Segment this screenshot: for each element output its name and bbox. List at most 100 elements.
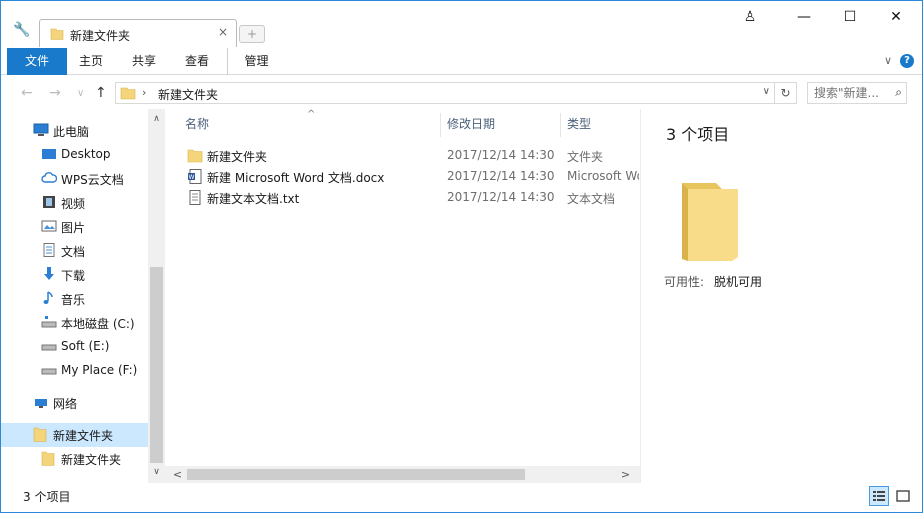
column-divider[interactable] <box>560 113 561 137</box>
sidebar-item-music[interactable]: 音乐 <box>1 287 149 311</box>
search-icon[interactable]: ⌕ <box>895 85 902 100</box>
tab-file[interactable]: 文件 <box>7 48 67 75</box>
navigation-bar: ← → ∨ ↑ › 新建文件夹 ∨ ↻ ⌕ <box>1 77 922 109</box>
sidebar-item-drive-f[interactable]: My Place (F:) <box>1 359 149 383</box>
network-icon <box>35 399 47 408</box>
video-icon <box>43 196 55 208</box>
sidebar-item-network[interactable]: 网络 <box>1 391 149 415</box>
sidebar-item-desktop[interactable]: Desktop <box>1 143 149 167</box>
help-icon[interactable]: ? <box>900 54 914 68</box>
picture-icon <box>41 220 57 232</box>
details-view-button[interactable] <box>869 486 889 506</box>
folder-icon <box>50 28 64 40</box>
status-item-count: 3 个项目 <box>23 490 71 504</box>
sidebar-item-label: 新建文件夹 <box>53 429 114 443</box>
svg-text:W: W <box>189 174 195 181</box>
scroll-down-icon[interactable]: ∨ <box>148 464 165 481</box>
scrollbar-thumb[interactable] <box>187 469 525 480</box>
sidebar-item-label: 音乐 <box>61 293 86 307</box>
window-tab[interactable]: 新建文件夹 × <box>39 19 237 47</box>
close-button[interactable]: ✕ <box>873 5 919 29</box>
sidebar-item-new-folder[interactable]: 新建文件夹 <box>1 423 149 447</box>
download-icon <box>44 267 54 280</box>
minimize-button[interactable]: — <box>781 5 827 29</box>
document-icon <box>43 243 55 257</box>
file-list: ^ 名称 修改日期 类型 新建文件夹 2017/12/14 14:30 文件夹 … <box>165 109 641 483</box>
tab-manage[interactable]: 管理 <box>227 48 285 75</box>
folder-icon <box>187 149 203 163</box>
large-folder-icon <box>682 183 738 261</box>
details-pane: 3 个项目 可用性: 脱机可用 <box>642 109 922 483</box>
tab-close-icon[interactable]: × <box>218 25 228 39</box>
sidebar-item-drive-c[interactable]: 本地磁盘 (C:) <box>1 311 149 335</box>
file-date: 2017/12/14 14:30 <box>447 190 555 204</box>
file-date: 2017/12/14 14:30 <box>447 169 555 183</box>
tab-share[interactable]: 共享 <box>119 48 169 75</box>
new-tab-button[interactable]: + <box>239 25 265 43</box>
address-dropdown-icon[interactable]: ∨ <box>763 86 770 97</box>
up-button[interactable]: ↑ <box>95 85 107 101</box>
sidebar-item-label: 网络 <box>53 397 78 411</box>
tab-home[interactable]: 主页 <box>67 48 115 75</box>
text-file-icon <box>189 190 201 205</box>
back-button[interactable]: ← <box>21 85 33 101</box>
file-name: 新建文件夹 <box>207 150 268 164</box>
sidebar-item-label: Soft (E:) <box>61 339 110 353</box>
sidebar-scrollbar[interactable]: ∧ ∨ <box>148 109 165 483</box>
item-count: 3 个项目 <box>666 125 730 144</box>
folder-icon <box>33 427 47 442</box>
column-header-name[interactable]: 名称 <box>185 109 435 139</box>
ribbon-tabs: 文件 主页 共享 查看 管理 ∨ ? <box>1 48 922 75</box>
folder-icon <box>120 87 136 100</box>
sidebar-item-documents[interactable]: 文档 <box>1 239 149 263</box>
file-row[interactable]: W 新建 Microsoft Word 文档.docx 2017/12/14 1… <box>183 166 639 187</box>
sidebar-item-label: 图片 <box>61 221 86 235</box>
drive-icon <box>41 344 57 351</box>
sidebar-item-label: 新建文件夹 <box>61 453 122 467</box>
user-icon[interactable]: ♙ <box>727 5 773 29</box>
drive-icon <box>41 368 57 375</box>
large-icons-view-icon <box>896 490 910 502</box>
large-icons-view-button[interactable] <box>893 486 913 506</box>
sidebar-item-this-pc[interactable]: 此电脑 <box>1 119 149 143</box>
sidebar-item-new-folder-child[interactable]: 新建文件夹 <box>1 447 149 471</box>
ribbon-expand-icon[interactable]: ∨ <box>884 54 892 67</box>
breadcrumb-separator-icon[interactable]: › <box>142 86 146 99</box>
status-bar: 3 个项目 <box>1 483 922 512</box>
file-name: 新建 Microsoft Word 文档.docx <box>207 171 385 185</box>
column-divider[interactable] <box>440 113 441 137</box>
music-icon <box>43 291 53 304</box>
breadcrumb-current[interactable]: 新建文件夹 <box>158 86 218 103</box>
file-list-hscrollbar[interactable]: < > <box>165 466 640 483</box>
file-row[interactable]: 新建文本文档.txt 2017/12/14 14:30 文本文档 <box>183 187 633 208</box>
file-name: 新建文本文档.txt <box>207 192 300 206</box>
title-bar: 🔧 新建文件夹 × + ♙ — ☐ ✕ <box>1 1 922 47</box>
scrollbar-thumb[interactable] <box>150 267 163 463</box>
wrench-icon[interactable]: 🔧 <box>13 21 31 39</box>
sidebar-item-downloads[interactable]: 下载 <box>1 263 149 287</box>
scroll-left-icon[interactable]: < <box>169 466 186 483</box>
maximize-button[interactable]: ☐ <box>827 5 873 29</box>
forward-button[interactable]: → <box>49 85 61 101</box>
sidebar-item-pictures[interactable]: 图片 <box>1 215 149 239</box>
folder-icon <box>41 451 55 466</box>
pc-icon <box>33 123 49 136</box>
search-input[interactable] <box>808 83 888 103</box>
navigation-pane: 此电脑 Desktop WPS云文档 视频 图片 文档 下载 音乐 本地磁盘 (… <box>1 109 165 483</box>
sidebar-item-wps-cloud[interactable]: WPS云文档 <box>1 167 149 191</box>
sidebar-item-label: 本地磁盘 (C:) <box>61 317 135 331</box>
availability-value: 脱机可用 <box>714 275 763 289</box>
refresh-button[interactable]: ↻ <box>775 82 797 104</box>
file-row[interactable]: 新建文件夹 2017/12/14 14:30 文件夹 <box>183 145 633 166</box>
address-bar[interactable]: › 新建文件夹 ∨ <box>115 82 775 104</box>
sidebar-item-drive-e[interactable]: Soft (E:) <box>1 335 149 359</box>
tab-view[interactable]: 查看 <box>171 48 223 75</box>
sidebar-item-videos[interactable]: 视频 <box>1 191 149 215</box>
sidebar-item-label: Desktop <box>61 147 111 161</box>
scroll-up-icon[interactable]: ∧ <box>148 111 165 128</box>
column-header-type[interactable]: 类型 <box>567 109 637 139</box>
scroll-right-icon[interactable]: > <box>617 466 634 483</box>
search-box[interactable]: ⌕ <box>807 82 907 104</box>
column-header-date[interactable]: 修改日期 <box>447 109 557 139</box>
recent-locations-button[interactable]: ∨ <box>77 88 84 99</box>
